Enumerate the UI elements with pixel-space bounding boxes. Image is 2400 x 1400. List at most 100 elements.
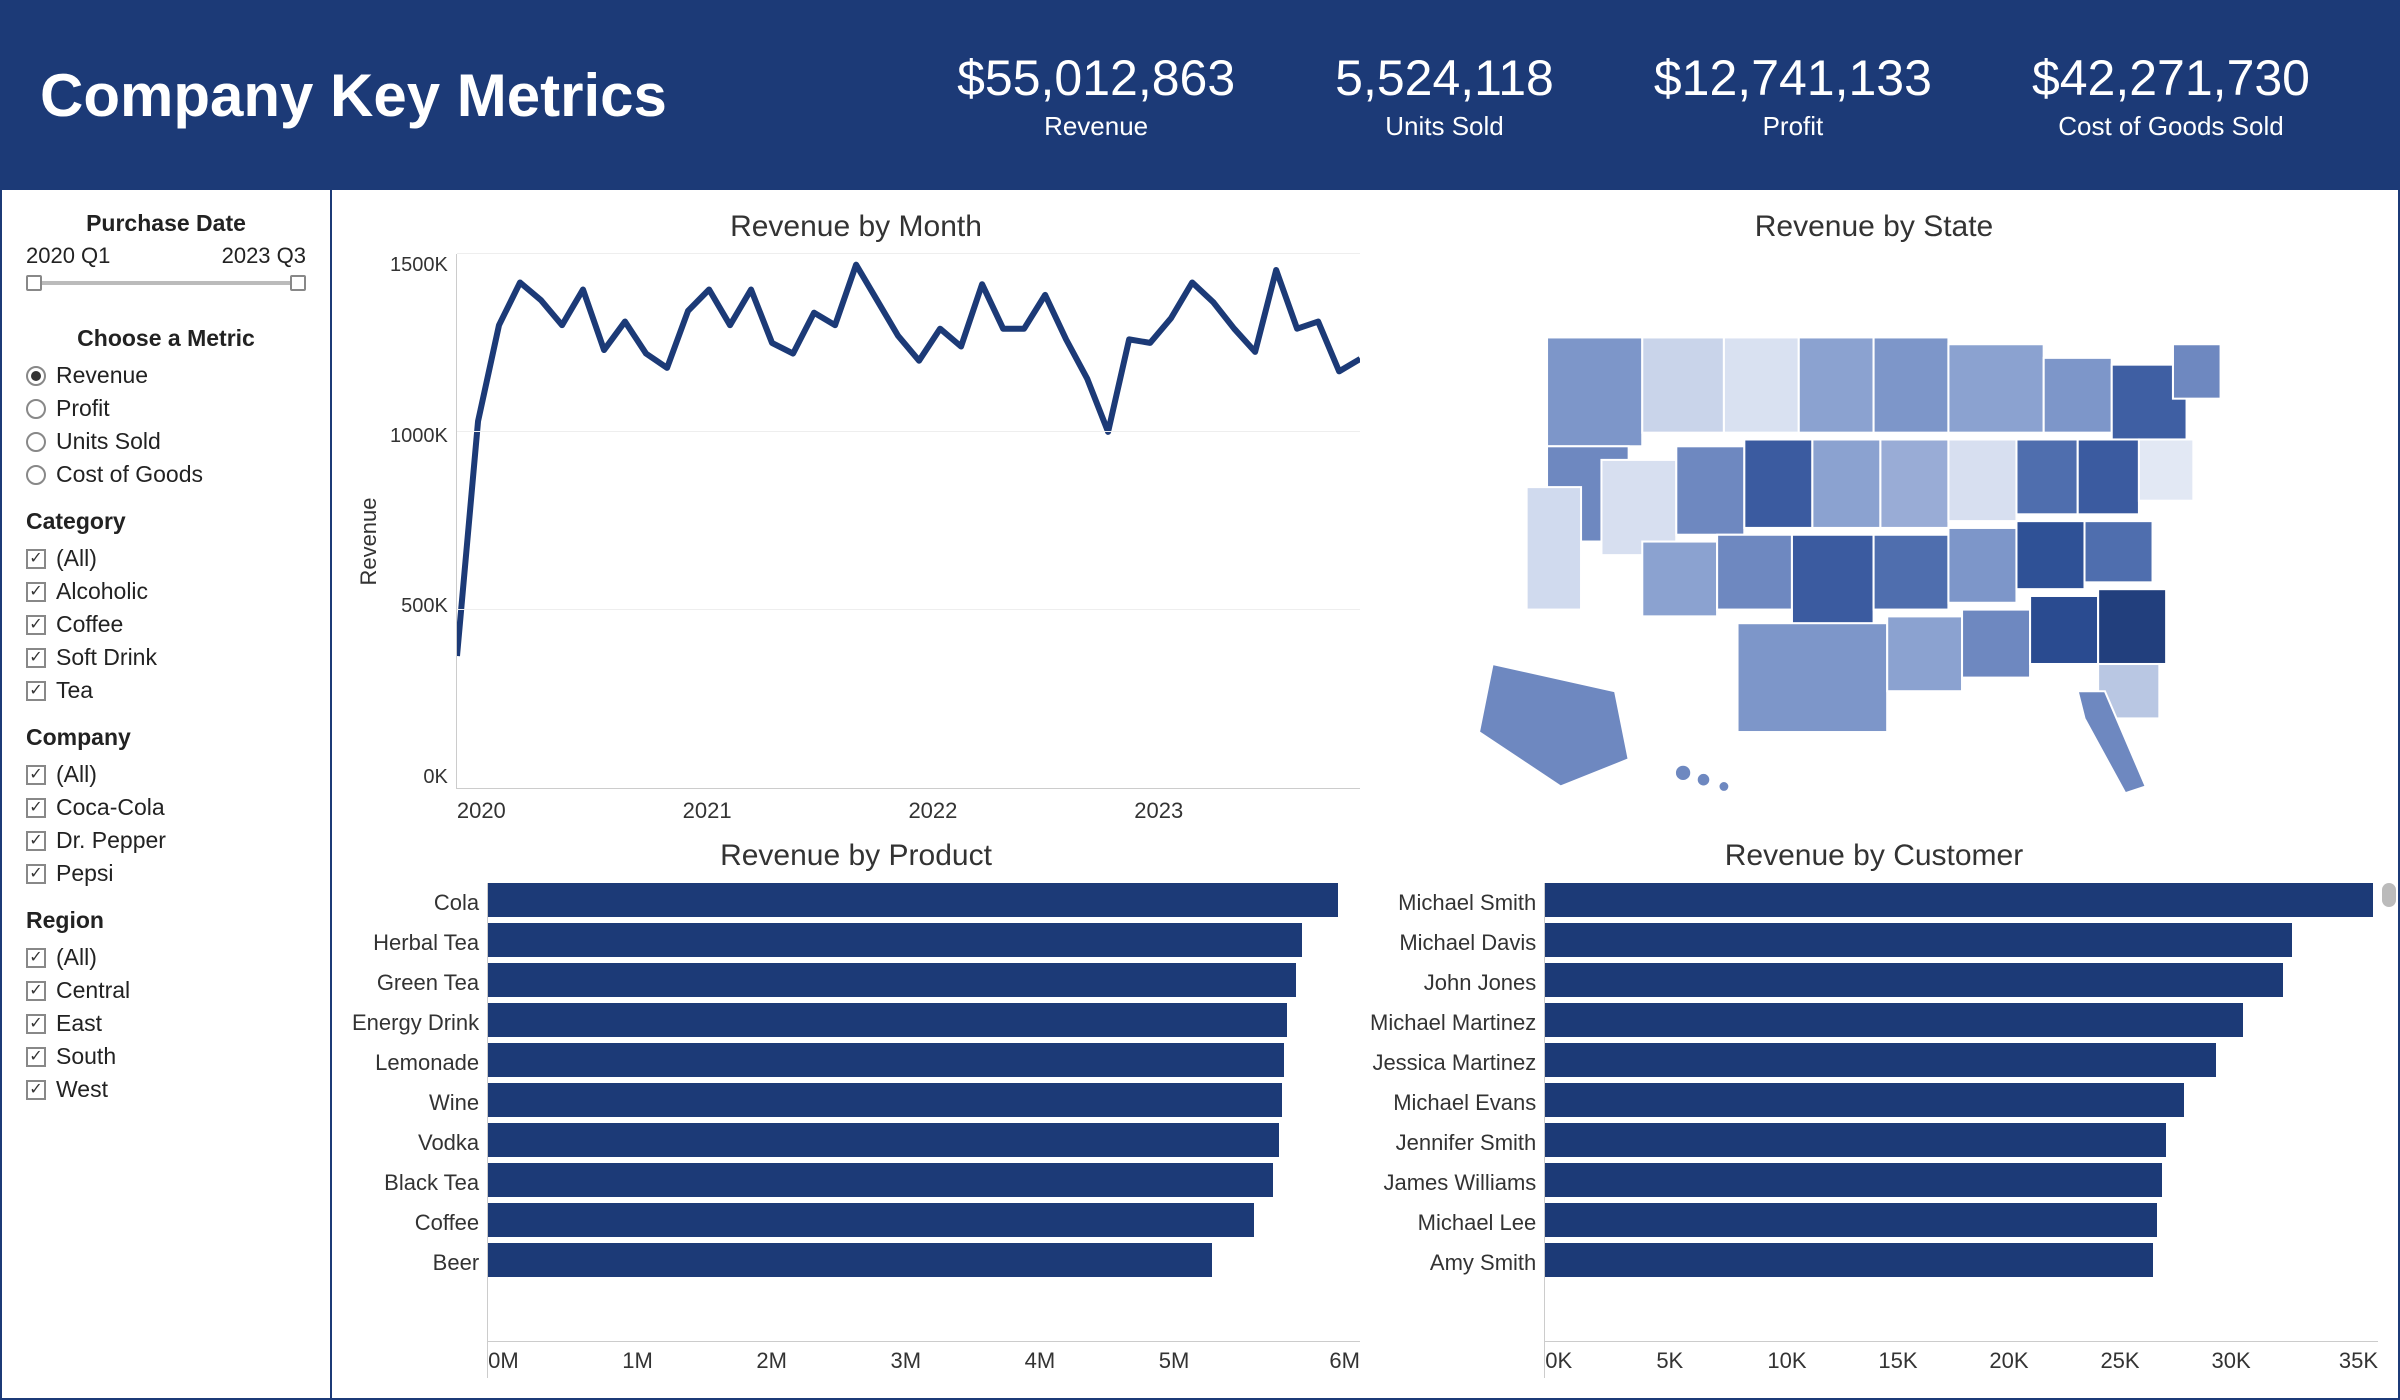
- option-label: Coffee: [56, 611, 123, 638]
- checkbox-icon[interactable]: ✓: [26, 864, 46, 884]
- x-axis-ticks: 0K5K10K15K20K25K30K35K: [1545, 1341, 2378, 1374]
- filter-option[interactable]: ✓(All): [26, 545, 306, 572]
- bar-label: Lemonade: [375, 1043, 479, 1083]
- bar[interactable]: [488, 1163, 1273, 1197]
- bar[interactable]: [488, 1243, 1212, 1277]
- checkbox-icon[interactable]: ✓: [26, 582, 46, 602]
- panel-title: Revenue by Customer: [1370, 839, 2378, 873]
- bar[interactable]: [488, 1003, 1287, 1037]
- checkbox-icon[interactable]: ✓: [26, 1047, 46, 1067]
- bar-label: Michael Davis: [1399, 923, 1536, 963]
- checkbox-icon[interactable]: ✓: [26, 948, 46, 968]
- option-label: Coca-Cola: [56, 794, 165, 821]
- metric-cogs: $42,271,730 Cost of Goods Sold: [1982, 49, 2360, 142]
- metric-option[interactable]: Cost of Goods: [26, 461, 306, 488]
- bar[interactable]: [488, 883, 1338, 917]
- radio-icon[interactable]: [26, 366, 46, 386]
- bar[interactable]: [488, 923, 1302, 957]
- filter-option[interactable]: ✓ Coffee: [26, 611, 306, 638]
- option-label: (All): [56, 944, 97, 971]
- checkbox-icon[interactable]: ✓: [26, 1080, 46, 1100]
- checkbox-icon[interactable]: ✓: [26, 981, 46, 1001]
- scrollbar[interactable]: [2382, 883, 2396, 907]
- radio-icon[interactable]: [26, 432, 46, 452]
- x-axis-ticks: 2020202120222023: [457, 798, 1360, 824]
- bar[interactable]: [488, 963, 1296, 997]
- checkbox-icon[interactable]: ✓: [26, 648, 46, 668]
- line-chart[interactable]: Revenue 1500K1000K500K0K 202020212022202…: [352, 254, 1360, 829]
- metric-option[interactable]: Units Sold: [26, 428, 306, 455]
- checkbox-icon[interactable]: ✓: [26, 1014, 46, 1034]
- filter-option[interactable]: ✓ Coca-Cola: [26, 794, 306, 821]
- date-filter-labels: 2020 Q1 2023 Q3: [26, 243, 306, 269]
- checkbox-icon[interactable]: ✓: [26, 831, 46, 851]
- filter-option[interactable]: ✓ West: [26, 1076, 306, 1103]
- bar[interactable]: [1545, 1003, 2243, 1037]
- radio-icon[interactable]: [26, 399, 46, 419]
- option-label: Profit: [56, 395, 110, 422]
- metric-option[interactable]: Revenue: [26, 362, 306, 389]
- bar-label: John Jones: [1424, 963, 1537, 1003]
- metric-option[interactable]: Profit: [26, 395, 306, 422]
- filter-option[interactable]: ✓Soft Drink: [26, 644, 306, 671]
- panel-revenue-by-product: Revenue by Product ColaHerbal TeaGreen T…: [352, 839, 1360, 1378]
- bar-label: Coffee: [415, 1203, 479, 1243]
- metric-label: Profit: [1654, 111, 1932, 142]
- bar[interactable]: [1545, 1163, 2162, 1197]
- filter-option[interactable]: ✓Dr. Pepper: [26, 827, 306, 854]
- metric-label: Cost of Goods Sold: [2032, 111, 2310, 142]
- date-range-slider[interactable]: [26, 271, 306, 295]
- checkbox-icon[interactable]: ✓: [26, 798, 46, 818]
- product-bar-chart[interactable]: ColaHerbal TeaGreen TeaEnergy DrinkLemon…: [352, 883, 1360, 1378]
- bar-label: Vodka: [418, 1123, 479, 1163]
- option-label: Units Sold: [56, 428, 161, 455]
- bar[interactable]: [488, 1203, 1254, 1237]
- bar-label: Green Tea: [377, 963, 479, 1003]
- bar-labels: Michael SmithMichael DavisJohn JonesMich…: [1370, 883, 1536, 1378]
- filter-option[interactable]: ✓Pepsi: [26, 860, 306, 887]
- filter-option[interactable]: ✓Alcoholic: [26, 578, 306, 605]
- bar-area[interactable]: 0K5K10K15K20K25K30K35K: [1544, 883, 2378, 1378]
- metric-units-sold: 5,524,118 Units Sold: [1285, 49, 1604, 142]
- us-map[interactable]: [1370, 254, 2378, 829]
- bar[interactable]: [1545, 1083, 2184, 1117]
- company-title: Company: [26, 724, 306, 751]
- radio-icon[interactable]: [26, 465, 46, 485]
- bar[interactable]: [1545, 1123, 2166, 1157]
- metric-value: $12,741,133: [1654, 49, 1932, 107]
- bar[interactable]: [488, 1083, 1281, 1117]
- filter-option[interactable]: ✓ Tea: [26, 677, 306, 704]
- filter-option[interactable]: ✓ East: [26, 1010, 306, 1037]
- bar[interactable]: [488, 1123, 1278, 1157]
- filter-option[interactable]: ✓ (All): [26, 944, 306, 971]
- bar-area[interactable]: 0M1M2M3M4M5M6M: [487, 883, 1360, 1378]
- checkbox-icon[interactable]: ✓: [26, 615, 46, 635]
- filter-option[interactable]: ✓South: [26, 1043, 306, 1070]
- bar-label: Michael Evans: [1393, 1083, 1536, 1123]
- slider-handle-left[interactable]: [26, 275, 42, 291]
- metric-value: $55,012,863: [957, 49, 1235, 107]
- option-label: East: [56, 1010, 102, 1037]
- option-label: Tea: [56, 677, 93, 704]
- bar-label: Herbal Tea: [373, 923, 479, 963]
- bar[interactable]: [488, 1043, 1284, 1077]
- checkbox-icon[interactable]: ✓: [26, 681, 46, 701]
- filter-option[interactable]: ✓(All): [26, 761, 306, 788]
- plot-area[interactable]: 2020202120222023: [456, 254, 1360, 789]
- slider-handle-right[interactable]: [290, 275, 306, 291]
- filter-option[interactable]: ✓Central: [26, 977, 306, 1004]
- bar[interactable]: [1545, 1243, 2153, 1277]
- checkbox-icon[interactable]: ✓: [26, 765, 46, 785]
- bar-label: Jennifer Smith: [1396, 1123, 1537, 1163]
- bar[interactable]: [1545, 883, 2373, 917]
- checkbox-icon[interactable]: ✓: [26, 549, 46, 569]
- bar[interactable]: [1545, 1203, 2157, 1237]
- metric-label: Revenue: [957, 111, 1235, 142]
- page-title: Company Key Metrics: [40, 61, 907, 130]
- option-label: West: [56, 1076, 108, 1103]
- bar[interactable]: [1545, 963, 2283, 997]
- bar[interactable]: [1545, 1043, 2216, 1077]
- bar[interactable]: [1545, 923, 2292, 957]
- customer-bar-chart[interactable]: Michael SmithMichael DavisJohn JonesMich…: [1370, 883, 2378, 1378]
- panel-title: Revenue by State: [1370, 210, 2378, 244]
